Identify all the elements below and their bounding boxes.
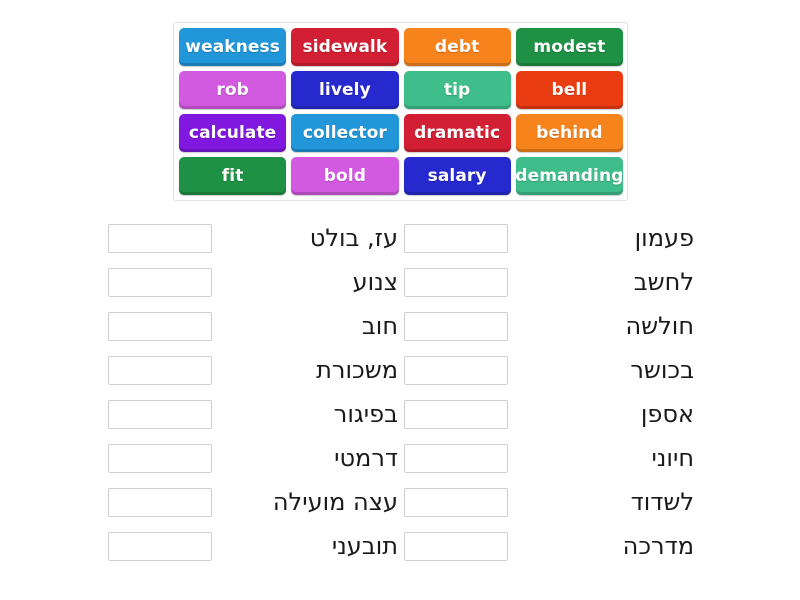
answer-label: חולשה xyxy=(625,312,694,340)
word-tile-salary[interactable]: salary xyxy=(403,157,511,195)
answer-input[interactable] xyxy=(404,267,508,297)
answer-input[interactable] xyxy=(108,267,212,297)
answer-input[interactable] xyxy=(108,223,212,253)
word-tile-row: calculate collector dramatic behind xyxy=(179,114,623,152)
answer-row: בכושר xyxy=(404,348,694,392)
answer-row: מדרכה xyxy=(404,524,694,568)
answer-input[interactable] xyxy=(404,531,508,561)
answer-label: עז, בולט xyxy=(309,224,398,252)
answer-input[interactable] xyxy=(404,399,508,429)
answer-label: עצה מועילה xyxy=(272,488,398,516)
answer-row: צנוע xyxy=(108,260,398,304)
answer-input[interactable] xyxy=(404,443,508,473)
answer-input[interactable] xyxy=(108,531,212,561)
answer-label: תובעני xyxy=(331,532,398,560)
answer-row: תובעני xyxy=(108,524,398,568)
answer-label: צנוע xyxy=(352,268,398,296)
answer-label: דרמטי xyxy=(334,444,398,472)
word-tile-sidewalk[interactable]: sidewalk xyxy=(291,28,399,66)
word-tile-bell[interactable]: bell xyxy=(515,71,623,109)
answer-label: פעמון xyxy=(634,224,694,252)
answer-input[interactable] xyxy=(108,311,212,341)
word-tile-row: rob lively tip bell xyxy=(179,71,623,109)
word-tile-weakness[interactable]: weakness xyxy=(179,28,287,66)
answer-input[interactable] xyxy=(404,311,508,341)
word-tile-row: weakness sidewalk debt modest xyxy=(179,28,623,66)
word-tile-fit[interactable]: fit xyxy=(179,157,287,195)
answer-label: אספן xyxy=(640,400,694,428)
answer-input[interactable] xyxy=(108,487,212,517)
answer-input[interactable] xyxy=(404,487,508,517)
answer-input[interactable] xyxy=(108,443,212,473)
answer-label: משכורת xyxy=(316,356,398,384)
answer-row: משכורת xyxy=(108,348,398,392)
answer-input[interactable] xyxy=(404,223,508,253)
answer-input[interactable] xyxy=(108,399,212,429)
answer-label: לשדוד xyxy=(630,488,694,516)
answer-row: עצה מועילה xyxy=(108,480,398,524)
answer-label: חוב xyxy=(361,312,398,340)
answer-label: חיוני xyxy=(651,444,694,472)
answer-row: חולשה xyxy=(404,304,694,348)
word-tile-tip[interactable]: tip xyxy=(403,71,511,109)
answer-row: לחשב xyxy=(404,260,694,304)
word-tile-lively[interactable]: lively xyxy=(291,71,399,109)
answer-label: בכושר xyxy=(630,356,694,384)
answer-row: עז, בולט xyxy=(108,216,398,260)
answer-row: חוב xyxy=(108,304,398,348)
answer-input[interactable] xyxy=(108,355,212,385)
word-tile-bold[interactable]: bold xyxy=(291,157,399,195)
word-tile-calculate[interactable]: calculate xyxy=(179,114,287,152)
word-tile-behind[interactable]: behind xyxy=(515,114,623,152)
word-tile-demanding[interactable]: demanding xyxy=(515,157,623,195)
answer-input[interactable] xyxy=(404,355,508,385)
word-tile-modest[interactable]: modest xyxy=(515,28,623,66)
word-tile-rob[interactable]: rob xyxy=(179,71,287,109)
answer-label: בפיגור xyxy=(333,400,398,428)
answer-row: לשדוד xyxy=(404,480,694,524)
answer-row: חיוני xyxy=(404,436,694,480)
answer-row: אספן xyxy=(404,392,694,436)
word-tile-collector[interactable]: collector xyxy=(291,114,399,152)
answer-column-left: עז, בולט צנוע חוב משכורת בפיגור דרמטי עצה מועי… xyxy=(108,216,398,568)
answer-row: בפיגור xyxy=(108,392,398,436)
answer-label: מדרכה xyxy=(622,532,694,560)
answer-row: פעמון xyxy=(404,216,694,260)
word-tile-row: fit bold salary demanding xyxy=(179,157,623,195)
answer-label: לחשב xyxy=(633,268,694,296)
word-tile-bank: weakness sidewalk debt modest rob lively tip be… xyxy=(173,22,628,201)
answer-column-right: פעמון לחשב חולשה בכושר אספן חיוני לשדוד מדרכה xyxy=(404,216,694,568)
word-tile-dramatic[interactable]: dramatic xyxy=(403,114,511,152)
word-tile-debt[interactable]: debt xyxy=(403,28,511,66)
answer-row: דרמטי xyxy=(108,436,398,480)
